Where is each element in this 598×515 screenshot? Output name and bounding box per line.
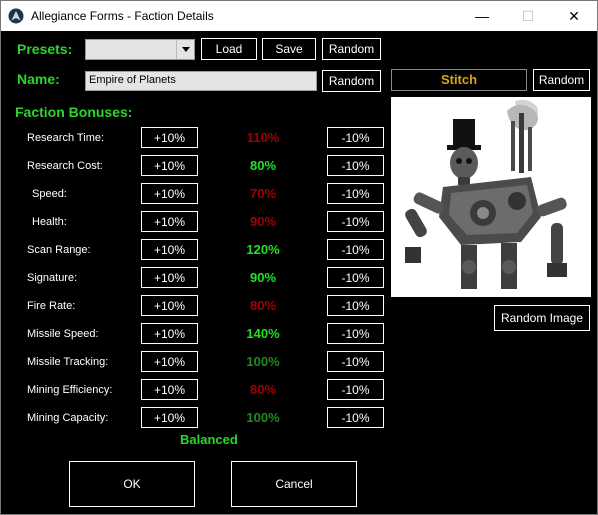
random-image-button[interactable]: Random Image bbox=[494, 305, 590, 331]
minimize-button[interactable]: — bbox=[459, 1, 505, 31]
bonus-value: 80% bbox=[249, 382, 277, 397]
decrease-button[interactable]: -10% bbox=[327, 267, 384, 288]
presets-dropdown-arrow[interactable] bbox=[176, 40, 194, 59]
bonus-label: Research Cost: bbox=[27, 160, 103, 172]
decrease-button[interactable]: -10% bbox=[327, 211, 384, 232]
bonus-value: 70% bbox=[249, 186, 277, 201]
decrease-button[interactable]: -10% bbox=[327, 351, 384, 372]
bonus-label: Missile Tracking: bbox=[27, 356, 109, 368]
faction-bonuses-heading: Faction Bonuses: bbox=[15, 104, 133, 120]
bonus-label: Scan Range: bbox=[27, 244, 91, 256]
title-bar: Allegiance Forms - Faction Details — ☐ ✕ bbox=[1, 1, 597, 31]
bonus-label: Missile Speed: bbox=[27, 328, 99, 340]
decrease-button[interactable]: -10% bbox=[327, 183, 384, 204]
save-button[interactable]: Save bbox=[262, 38, 316, 60]
maximize-button[interactable]: ☐ bbox=[505, 1, 551, 31]
decrease-button[interactable]: -10% bbox=[327, 407, 384, 428]
bonus-label: Health: bbox=[32, 216, 67, 228]
decrease-button[interactable]: -10% bbox=[327, 379, 384, 400]
balance-status: Balanced bbox=[180, 432, 238, 447]
bonus-value: 80% bbox=[249, 158, 277, 173]
cancel-button[interactable]: Cancel bbox=[231, 461, 357, 507]
chevron-down-icon bbox=[181, 47, 190, 52]
bonus-label: Signature: bbox=[27, 272, 78, 284]
increase-button[interactable]: +10% bbox=[141, 211, 198, 232]
close-icon: ✕ bbox=[568, 8, 580, 24]
decrease-button[interactable]: -10% bbox=[327, 323, 384, 344]
presets-random-button[interactable]: Random bbox=[322, 38, 381, 60]
presets-dropdown[interactable] bbox=[85, 39, 195, 60]
bonus-value: 100% bbox=[246, 354, 280, 369]
bonus-value: 110% bbox=[246, 130, 280, 145]
allegiance-logo-icon bbox=[8, 8, 24, 24]
window-title: Allegiance Forms - Faction Details bbox=[31, 9, 214, 23]
faction-name-field[interactable]: Empire of Planets bbox=[85, 71, 317, 91]
faction-portrait-image bbox=[391, 97, 591, 297]
presets-label: Presets: bbox=[17, 41, 73, 57]
decrease-button[interactable]: -10% bbox=[327, 295, 384, 316]
increase-button[interactable]: +10% bbox=[141, 127, 198, 148]
faction-details-window: Allegiance Forms - Faction Details — ☐ ✕… bbox=[0, 0, 598, 515]
decrease-button[interactable]: -10% bbox=[327, 127, 384, 148]
bonus-value: 140% bbox=[246, 326, 280, 341]
decrease-button[interactable]: -10% bbox=[327, 155, 384, 176]
increase-button[interactable]: +10% bbox=[141, 407, 198, 428]
increase-button[interactable]: +10% bbox=[141, 267, 198, 288]
ok-button[interactable]: OK bbox=[69, 461, 195, 507]
increase-button[interactable]: +10% bbox=[141, 295, 198, 316]
increase-button[interactable]: +10% bbox=[141, 239, 198, 260]
bonus-label: Speed: bbox=[32, 188, 67, 200]
bonus-value: 100% bbox=[246, 410, 280, 425]
name-label: Name: bbox=[17, 71, 60, 87]
increase-button[interactable]: +10% bbox=[141, 379, 198, 400]
increase-button[interactable]: +10% bbox=[141, 351, 198, 372]
bonus-label: Mining Capacity: bbox=[27, 412, 109, 424]
bonus-value: 80% bbox=[249, 298, 277, 313]
steampunk-robot-illustration bbox=[391, 97, 591, 297]
bonus-label: Research Time: bbox=[27, 132, 105, 144]
increase-button[interactable]: +10% bbox=[141, 155, 198, 176]
minimize-icon: — bbox=[475, 8, 489, 24]
load-button[interactable]: Load bbox=[201, 38, 257, 60]
name-random-button[interactable]: Random bbox=[322, 70, 381, 92]
bonus-value: 90% bbox=[249, 270, 277, 285]
increase-button[interactable]: +10% bbox=[141, 323, 198, 344]
portrait-random-button[interactable]: Random bbox=[533, 69, 590, 91]
close-button[interactable]: ✕ bbox=[551, 1, 597, 31]
bonus-value: 120% bbox=[246, 242, 280, 257]
bonus-label: Mining Efficiency: bbox=[27, 384, 113, 396]
maximize-icon: ☐ bbox=[521, 8, 535, 24]
decrease-button[interactable]: -10% bbox=[327, 239, 384, 260]
increase-button[interactable]: +10% bbox=[141, 183, 198, 204]
portrait-name: Stitch bbox=[391, 69, 527, 91]
bonus-label: Fire Rate: bbox=[27, 300, 76, 312]
bonus-value: 90% bbox=[249, 214, 277, 229]
